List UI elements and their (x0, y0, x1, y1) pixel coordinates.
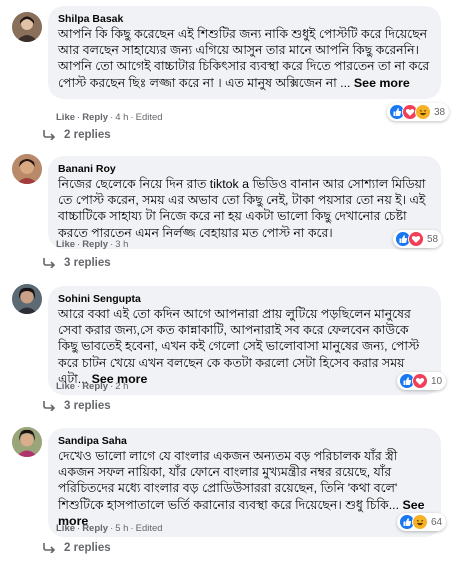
avatar[interactable] (12, 12, 42, 42)
see-more-link[interactable]: See more (354, 76, 410, 90)
reaction-summary[interactable]: 58 (393, 230, 443, 248)
timestamp[interactable]: 4 h (115, 112, 128, 123)
edited-label: Edited (135, 523, 163, 534)
author-name[interactable]: Shilpa Basak (58, 13, 431, 25)
replies-count: 3 replies (64, 400, 111, 412)
view-replies-link[interactable]: 2 replies (42, 129, 111, 141)
comment-text: আপনি কি কিছু করেছেন এই শিশুটির জন্য নাকি… (58, 26, 431, 91)
timestamp[interactable]: 5 h (115, 523, 128, 534)
reaction-count: 64 (431, 516, 443, 528)
comment-body: নিজের ছেলেকে নিয়ে দিন রাত tiktok a ভিডি… (58, 177, 426, 240)
replies-count: 2 replies (64, 542, 111, 554)
love-icon (412, 373, 428, 389)
reply-link[interactable]: Reply (82, 239, 108, 250)
reaction-count: 38 (434, 106, 446, 118)
reaction-count: 58 (427, 233, 439, 245)
comment-actions: Like · Reply · 5 h · Edited (56, 523, 163, 534)
comment-body: দেখেও ভালো লাগে যে বাংলার একজন অন্যতম বড… (58, 449, 400, 512)
comment-actions: Like · Reply · 2 h (56, 381, 129, 392)
reply-link[interactable]: Reply (82, 381, 108, 392)
love-icon (408, 231, 424, 247)
haha-icon (412, 514, 428, 530)
reply-link[interactable]: Reply (82, 523, 108, 534)
reaction-summary[interactable]: 64 (397, 513, 447, 531)
timestamp[interactable]: 2 h (115, 381, 128, 392)
comment-text: নিজের ছেলেকে নিয়ে দিন রাত tiktok a ভিডি… (58, 176, 431, 241)
comment-text: দেখেও ভালো লাগে যে বাংলার একজন অন্যতম বড… (58, 448, 431, 529)
comment-actions: Like · Reply · 4 h · Edited (56, 112, 163, 123)
edited-label: Edited (135, 112, 163, 123)
author-name[interactable]: Sohini Sengupta (58, 293, 431, 305)
reaction-summary[interactable]: 38 (387, 103, 450, 121)
avatar[interactable] (12, 427, 42, 457)
comment-bubble: Sohini Sengupta আরে বব্বা এই তো কদিন আগে… (48, 286, 441, 396)
comment-actions: Like · Reply · 3 h (56, 239, 129, 250)
reply-arrow-icon (43, 258, 56, 268)
reply-arrow-icon (43, 130, 56, 140)
view-replies-link[interactable]: 2 replies (42, 542, 111, 554)
like-link[interactable]: Like (56, 239, 75, 250)
view-replies-link[interactable]: 3 replies (42, 400, 111, 412)
reply-arrow-icon (43, 543, 56, 553)
avatar[interactable] (12, 284, 42, 314)
reaction-count: 10 (431, 375, 443, 387)
replies-count: 3 replies (64, 257, 111, 269)
view-replies-link[interactable]: 3 replies (42, 257, 111, 269)
replies-count: 2 replies (64, 129, 111, 141)
comment-bubble: Shilpa Basak আপনি কি কিছু করেছেন এই শিশু… (48, 6, 441, 99)
reply-arrow-icon (43, 401, 56, 411)
reply-link[interactable]: Reply (82, 112, 108, 123)
haha-icon (415, 104, 431, 120)
timestamp[interactable]: 3 h (115, 239, 128, 250)
like-link[interactable]: Like (56, 523, 75, 534)
like-link[interactable]: Like (56, 112, 75, 123)
author-name[interactable]: Sandipa Saha (58, 435, 431, 447)
comment-text: আরে বব্বা এই তো কদিন আগে আপনারা প্রায় ল… (58, 306, 431, 387)
reaction-summary[interactable]: 10 (397, 372, 447, 390)
comment-bubble: Sandipa Saha দেখেও ভালো লাগে যে বাংলার এ… (48, 428, 441, 538)
avatar[interactable] (12, 154, 42, 184)
like-link[interactable]: Like (56, 381, 75, 392)
comment-bubble: Banani Roy নিজের ছেলেকে নিয়ে দিন রাত ti… (48, 156, 441, 249)
author-name[interactable]: Banani Roy (58, 163, 431, 175)
